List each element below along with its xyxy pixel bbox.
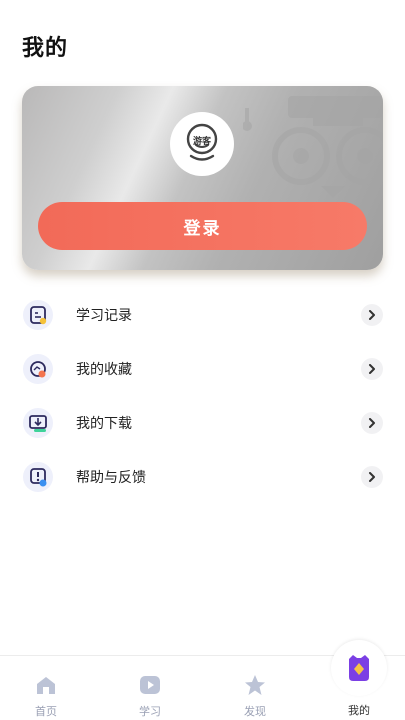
tab-label: 首页 <box>35 705 57 718</box>
menu-item-label: 我的下载 <box>76 416 132 432</box>
login-button[interactable]: 登录 <box>38 202 367 250</box>
profile-card: 游客 登录 <box>22 86 383 270</box>
tab-label: 发现 <box>244 705 266 718</box>
chevron-right-icon <box>361 412 383 434</box>
tab-mine[interactable] <box>331 640 387 696</box>
help-feedback-icon <box>23 462 53 492</box>
tab-study[interactable]: 学习 <box>110 656 190 720</box>
menu-item-downloads[interactable]: 我的下载 <box>0 396 405 450</box>
avatar[interactable]: 游客 <box>170 112 234 176</box>
page-title: 我的 <box>22 36 69 61</box>
home-icon <box>37 677 55 694</box>
chevron-right-icon <box>361 466 383 488</box>
owl-icon <box>349 655 369 681</box>
favorites-icon <box>23 354 53 384</box>
menu-item-favorites[interactable]: 我的收藏 <box>0 342 405 396</box>
study-record-icon <box>23 300 53 330</box>
avatar-label: 游客 <box>192 137 211 147</box>
menu-list: 学习记录 我的收藏 我的下载 帮助与反馈 <box>0 288 405 504</box>
tab-discover[interactable]: 发现 <box>215 656 295 720</box>
tab-home[interactable]: 首页 <box>6 656 86 720</box>
menu-item-label: 我的收藏 <box>76 362 132 378</box>
chevron-right-icon <box>361 304 383 326</box>
play-icon <box>140 676 160 694</box>
menu-item-study-record[interactable]: 学习记录 <box>0 288 405 342</box>
tab-label: 学习 <box>139 705 161 718</box>
menu-item-label: 学习记录 <box>76 308 132 324</box>
chevron-right-icon <box>361 358 383 380</box>
star-icon <box>245 675 265 695</box>
download-icon <box>23 408 53 438</box>
menu-item-label: 帮助与反馈 <box>76 470 146 486</box>
guest-avatar-icon: 游客 <box>181 123 223 165</box>
tab-label-active: 我的 <box>348 704 370 717</box>
menu-item-help-feedback[interactable]: 帮助与反馈 <box>0 450 405 504</box>
